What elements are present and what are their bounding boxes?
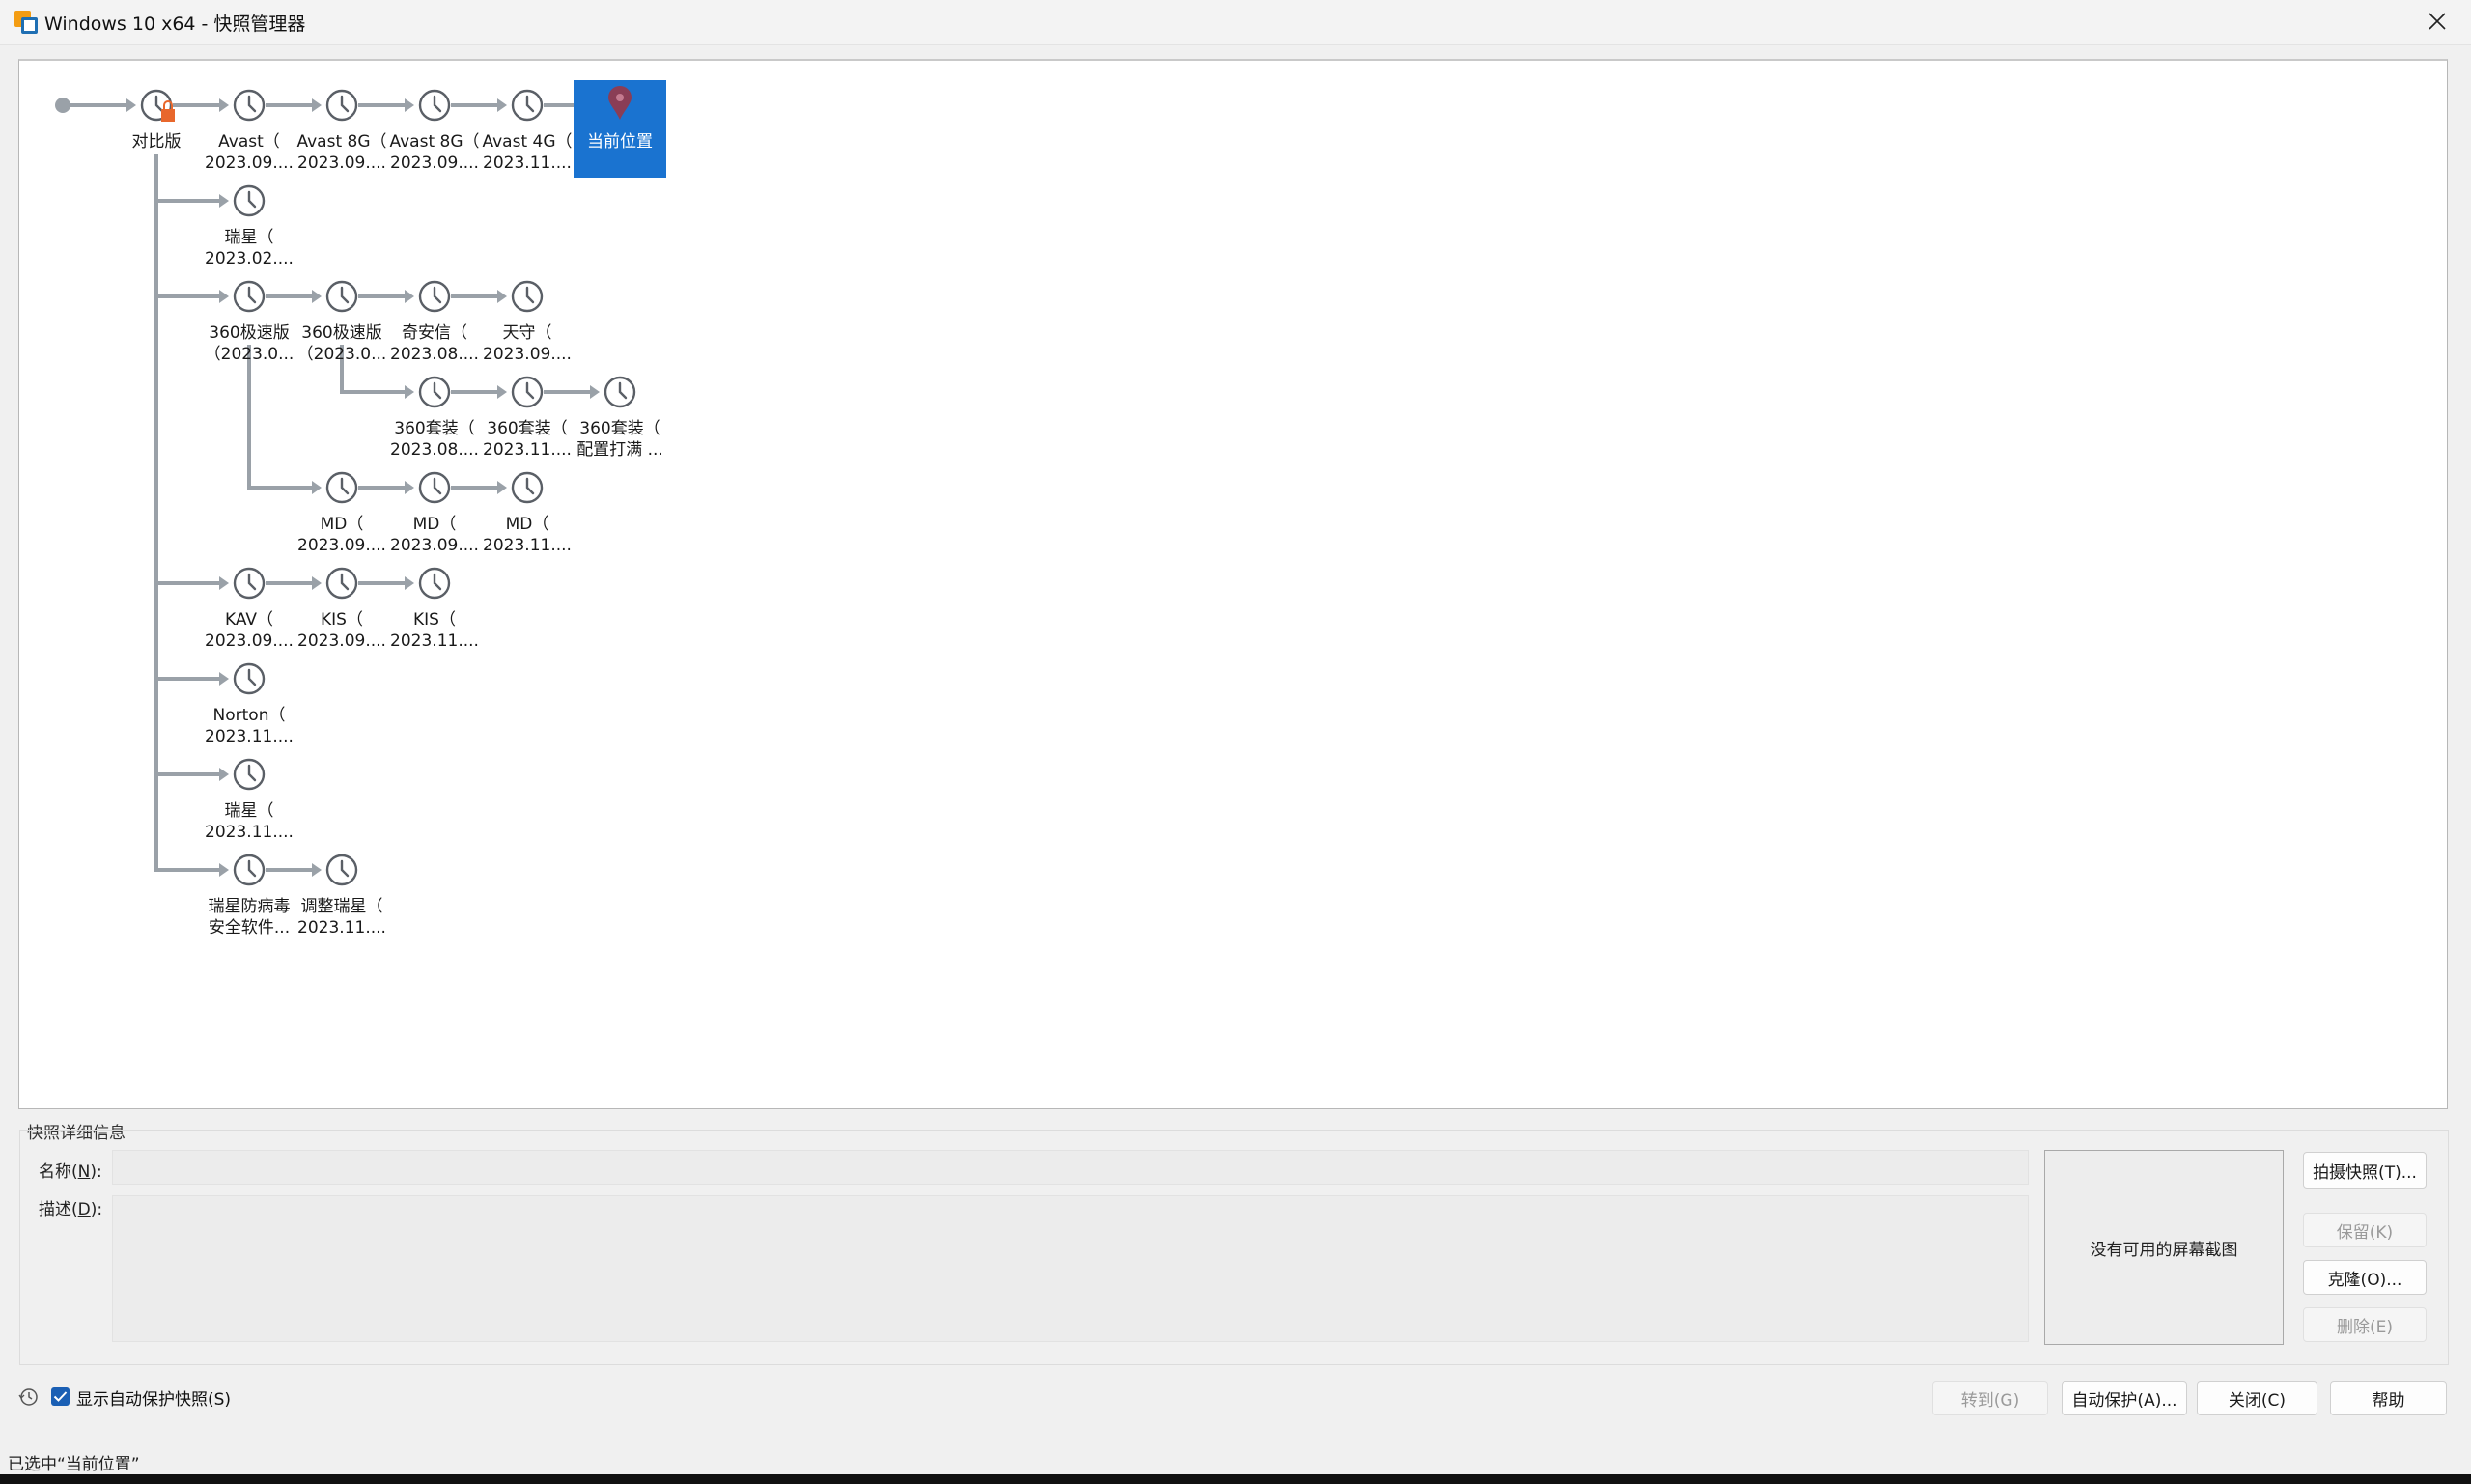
checkmark-icon: [53, 1391, 68, 1402]
tree-arrowhead: [312, 863, 322, 877]
tree-arrowhead: [497, 385, 507, 399]
help-button[interactable]: 帮助: [2330, 1381, 2447, 1415]
snapshot-tree-panel[interactable]: 对比版 Avast（ 2023.09.... Avast 8G（ 2023.09....…: [18, 59, 2448, 1109]
snapshot-label-date: 2023.11....: [483, 536, 572, 555]
goto-button[interactable]: 转到(G): [1932, 1381, 2048, 1415]
snapshot-label-name: KAV（: [225, 610, 273, 630]
snapshot-label-date: （2023.0...: [297, 345, 387, 364]
snapshot-label-name: 360套装（: [579, 419, 660, 438]
snapshot-label-name: MD（: [506, 515, 549, 534]
window-title: Windows 10 x64 - 快照管理器: [44, 14, 306, 35]
tree-arrowhead: [219, 768, 229, 781]
snapshot-label-date: 2023.09....: [297, 154, 386, 173]
description-label: 描述(D):: [39, 1200, 103, 1219]
tree-arrowhead: [497, 290, 507, 303]
tree-arrowhead: [405, 576, 414, 590]
vmware-app-icon: [14, 11, 38, 34]
tree-arrowhead: [219, 863, 229, 877]
tree-arrowhead: [497, 481, 507, 494]
snapshot-label-name: Avast 8G（: [389, 132, 479, 152]
snapshot-label-date: 2023.11....: [205, 823, 294, 842]
tree-arrowhead: [312, 576, 322, 590]
tree-arrowhead: [590, 385, 600, 399]
snapshot-label-date: 2023.09....: [390, 154, 479, 173]
snapshot-label-date: 2023.11....: [390, 631, 479, 651]
snapshot-label-name: KIS（: [413, 610, 456, 630]
snapshot-label-name: Norton（: [213, 706, 286, 725]
close-icon: [2429, 13, 2446, 30]
clone-button[interactable]: 克隆(O)...: [2303, 1260, 2427, 1295]
snapshot-label-name: 调整瑞星（: [301, 897, 383, 916]
snapshot-label-date: 2023.09....: [297, 536, 386, 555]
snapshot-screenshot-preview: 没有可用的屏幕截图: [2044, 1150, 2284, 1345]
tree-arrowhead: [497, 98, 507, 112]
snapshot-label-date: 2023.09....: [205, 154, 294, 173]
snapshot-label-date: （2023.0...: [205, 345, 295, 364]
snapshot-label-name: MD（: [413, 515, 457, 534]
snapshot-label-date: 2023.09....: [297, 631, 386, 651]
tree-arrowhead: [219, 290, 229, 303]
snapshot-label-name: Avast 8G（: [296, 132, 386, 152]
status-text: 已选中“当前位置”: [8, 1455, 140, 1474]
name-label: 名称(N):: [39, 1162, 102, 1182]
snapshot-tree[interactable]: 对比版 Avast（2023.09....Avast 8G（2023.09....…: [19, 61, 2447, 1108]
snapshot-label-date: 2023.11....: [205, 727, 294, 746]
tree-arrowhead: [312, 290, 322, 303]
tree-arrowhead: [405, 385, 414, 399]
tree-arrowhead: [312, 98, 322, 112]
tree-arrowhead: [405, 98, 414, 112]
autoprotect-history-icon: [18, 1388, 38, 1406]
snapshot-label-name: KIS（: [321, 610, 363, 630]
snapshot-label-name: 对比版: [132, 132, 182, 152]
snapshot-label-name: 360极速版: [301, 323, 381, 343]
snapshot-label-name: Avast 4G（: [482, 132, 572, 152]
snapshot-label-name: 天守（: [503, 323, 552, 343]
snapshot-label-date: 2023.09....: [390, 536, 479, 555]
tree-arrowhead: [312, 481, 322, 494]
snapshot-label-name: 瑞星防病毒: [209, 897, 291, 916]
tree-arrowhead: [405, 481, 414, 494]
tree-arrowhead: [405, 290, 414, 303]
snapshot-description-field[interactable]: [112, 1195, 2029, 1342]
window-bottom-edge: [0, 1474, 2471, 1484]
tree-root-dot: [55, 98, 70, 113]
tree-arrowhead: [126, 98, 136, 112]
snapshot-label-name: MD（: [321, 515, 364, 534]
snapshot-label-name: 奇安信（: [402, 323, 467, 343]
snapshot-label-date: 2023.11....: [483, 440, 572, 460]
snapshot-label-date: 2023.08....: [390, 440, 479, 460]
close-button[interactable]: 关闭(C): [2197, 1381, 2317, 1415]
tree-arrowhead: [219, 98, 229, 112]
snapshot-label-date: 2023.11....: [483, 154, 572, 173]
snapshot-label-date: 安全软件...: [209, 918, 290, 938]
snapshot-label-date: 2023.02....: [205, 249, 294, 268]
autoprotect-button[interactable]: 自动保护(A)...: [2062, 1381, 2187, 1415]
snapshot-label-name: 360极速版: [209, 323, 289, 343]
snapshot-label-date: 2023.09....: [205, 631, 294, 651]
no-screenshot-text: 没有可用的屏幕截图: [2090, 1240, 2238, 1260]
pin-dot: [616, 94, 624, 101]
snapshot-label-date: 2023.09....: [483, 345, 572, 364]
keep-button[interactable]: 保留(K): [2303, 1213, 2427, 1247]
delete-button[interactable]: 删除(E): [2303, 1307, 2427, 1342]
snapshot-label-date: 配置打满 ...: [576, 440, 663, 460]
show-autoprotect-checkbox[interactable]: [51, 1387, 70, 1406]
tree-arrowhead: [219, 194, 229, 208]
snapshot-label-date: 2023.08....: [390, 345, 479, 364]
window-close-button[interactable]: [2414, 4, 2462, 41]
snapshot-label-name: 360套装（: [394, 419, 474, 438]
tree-arrowhead: [219, 672, 229, 686]
snapshot-label-name: Avast（: [218, 132, 280, 152]
tree-arrowhead: [219, 576, 229, 590]
snapshot-label-name: 瑞星（: [225, 228, 274, 247]
snapshot-label-name: 瑞星（: [225, 801, 274, 821]
title-bar: Windows 10 x64 - 快照管理器: [0, 0, 2471, 45]
snapshot-label-current: 当前位置: [587, 132, 653, 152]
lock-icon: [161, 109, 175, 122]
take-snapshot-button[interactable]: 拍摄快照(T)...: [2303, 1152, 2427, 1189]
snapshot-name-field[interactable]: [112, 1150, 2029, 1185]
snapshot-label-name: 360套装（: [487, 419, 567, 438]
snapshot-label-date: 2023.11....: [297, 918, 386, 938]
show-autoprotect-label[interactable]: 显示自动保护快照(S): [76, 1386, 231, 1410]
